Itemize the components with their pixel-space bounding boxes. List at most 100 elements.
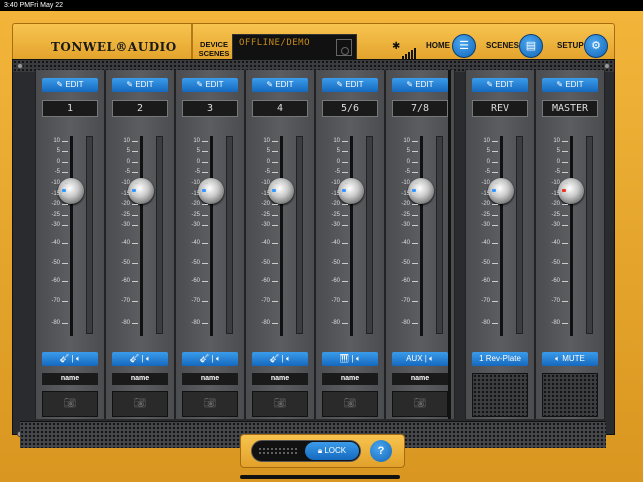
edit-button[interactable]: ✎ EDIT [392, 78, 448, 92]
scale-tick-mark [62, 225, 68, 226]
level-meter [586, 136, 593, 334]
fader-knob[interactable] [58, 178, 84, 204]
aux-button[interactable]: AUX | 🔈︎ [392, 352, 448, 366]
camera-slot[interactable]: 📷︎ [112, 391, 168, 417]
scale-tick: -70 [51, 298, 60, 304]
speaker-icon: 🔈︎ [145, 354, 151, 363]
fader-track[interactable] [500, 136, 503, 336]
channel-label[interactable]: name [42, 373, 98, 385]
scale-tick-mark [562, 194, 568, 195]
fader-knob[interactable] [128, 178, 154, 204]
source-button[interactable]: 🎸︎ | 🔈︎ [182, 352, 238, 366]
scale-tick: -80 [51, 320, 60, 326]
fader-knob[interactable] [338, 178, 364, 204]
scale-tick-mark [202, 301, 208, 302]
setup-button[interactable]: ⚙ [584, 34, 608, 58]
nav-home-label: HOME [426, 41, 450, 50]
mute-button[interactable]: 🔈︎ MUTE [542, 352, 598, 366]
scenes-button[interactable]: ▤ [519, 34, 543, 58]
edit-button[interactable]: ✎ EDIT [542, 78, 598, 92]
scale-tick-mark [412, 172, 418, 173]
source-button[interactable]: 🎸︎ | 🔈︎ [252, 352, 308, 366]
channel-name: 1 [42, 100, 98, 117]
help-button[interactable]: ? [370, 440, 392, 462]
camera-slot[interactable]: 📷︎ [182, 391, 238, 417]
scale-tick: -15 [401, 191, 410, 197]
scale-tick: -15 [261, 191, 270, 197]
fader-knob[interactable] [268, 178, 294, 204]
fader-track[interactable] [210, 136, 213, 336]
scale-tick: -30 [331, 222, 340, 228]
fader-track[interactable] [140, 136, 143, 336]
edit-button[interactable]: ✎ EDIT [252, 78, 308, 92]
fader-knob[interactable] [408, 178, 434, 204]
channel-label[interactable]: name [182, 373, 238, 385]
scale-tick: 10 [193, 138, 200, 144]
camera-slot[interactable]: 📷︎ [252, 391, 308, 417]
camera-slot[interactable]: 📷︎ [392, 391, 448, 417]
channel-strip-1: ✎ EDIT 1 🎸︎ | 🔈︎ name 📷︎ 10 5 0 -5 -10 -15 -20… [35, 70, 105, 419]
edit-button[interactable]: ✎ EDIT [42, 78, 98, 92]
scale-tick-mark [132, 215, 138, 216]
camera-icon: 📷︎ [413, 398, 427, 409]
scale-tick-mark [562, 141, 568, 142]
scale-tick-mark [132, 323, 138, 324]
scale-tick-mark [342, 225, 348, 226]
channel-name: MASTER [542, 100, 598, 117]
fader-knob[interactable] [198, 178, 224, 204]
scale-tick-mark [562, 162, 568, 163]
lock-toggle[interactable]: 🔒︎ LOCK [251, 440, 361, 462]
edit-button[interactable]: ✎ EDIT [472, 78, 528, 92]
scale-tick: -25 [401, 212, 410, 218]
scale-tick-mark [492, 263, 498, 264]
scale-tick-mark [342, 243, 348, 244]
camera-icon: 📷︎ [343, 398, 357, 409]
fader-knob[interactable] [558, 178, 584, 204]
edit-button[interactable]: ✎ EDIT [322, 78, 378, 92]
guitar-icon: 🎸︎ [269, 354, 280, 363]
edit-button[interactable]: ✎ EDIT [182, 78, 238, 92]
scale-tick: -50 [331, 260, 340, 266]
reverb-preset-button[interactable]: 1 Rev-Plate [472, 352, 528, 366]
edit-label: EDIT [345, 80, 364, 89]
scale-tick-mark [202, 141, 208, 142]
scale-tick-mark [342, 215, 348, 216]
channel-label[interactable]: name [252, 373, 308, 385]
scale-tick: -5 [484, 169, 490, 175]
scale-tick: -15 [481, 191, 490, 197]
status-display[interactable]: OFFLINE/DEMO [232, 34, 357, 60]
source-button[interactable]: 🎸︎ | 🔈︎ [112, 352, 168, 366]
channel-label[interactable]: name [322, 373, 378, 385]
scale-tick: -60 [261, 278, 270, 284]
scale-tick: 10 [333, 138, 340, 144]
fader-indicator [62, 189, 66, 192]
source-button[interactable]: 🎹︎ | 🔈︎ [322, 352, 378, 366]
scale-tick-mark [342, 172, 348, 173]
scale-tick: -40 [551, 240, 560, 246]
scale-tick-mark [562, 323, 568, 324]
fader-knob[interactable] [488, 178, 514, 204]
lock-button[interactable]: 🔒︎ LOCK [305, 442, 359, 460]
level-meter [296, 136, 303, 334]
scale-tick-mark [412, 323, 418, 324]
scale-tick: 0 [196, 159, 200, 165]
source-button[interactable]: 🎸︎ | 🔈︎ [42, 352, 98, 366]
camera-slot[interactable]: 📷︎ [322, 391, 378, 417]
fader-track[interactable] [570, 136, 573, 336]
level-meter [86, 136, 93, 334]
scale-tick-mark [62, 323, 68, 324]
fader-track[interactable] [280, 136, 283, 336]
scale-tick: -70 [121, 298, 130, 304]
home-button[interactable]: ☰ [452, 34, 476, 58]
camera-slot[interactable]: 📷︎ [42, 391, 98, 417]
db-scale: 10 5 0 -5 -10 -15 -20 -25 -30 -40 -50 -60 -70 -80 [318, 138, 348, 326]
channel-name: 4 [252, 100, 308, 117]
channel-label[interactable]: name [392, 373, 448, 385]
fader-track[interactable] [70, 136, 73, 336]
fader-track[interactable] [350, 136, 353, 336]
channel-label[interactable]: name [112, 373, 168, 385]
scale-tick: -70 [331, 298, 340, 304]
scale-tick: -50 [481, 260, 490, 266]
edit-button[interactable]: ✎ EDIT [112, 78, 168, 92]
fader-track[interactable] [420, 136, 423, 336]
